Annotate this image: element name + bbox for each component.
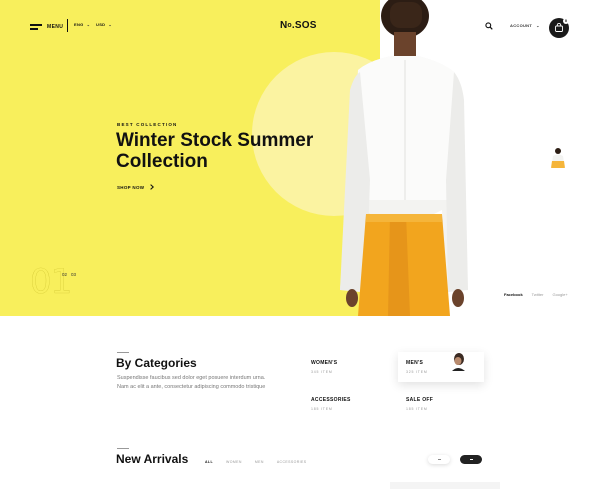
slide-pagination: 02 03 [62,272,76,277]
hamburger-icon [30,24,42,30]
men-category-image [452,353,465,371]
slide-current-number: 01 [30,262,73,302]
shop-now-label: SHOP NOW [117,184,145,190]
account-label: ACCOUNT [510,23,533,28]
currency-value: USD [96,22,106,27]
chevron-down-icon: ⌄ [108,22,113,27]
language-selector[interactable]: ENG ⌄ [74,22,90,27]
category-sale-off[interactable]: SALE OFF 185 ITEM [406,397,433,411]
logo[interactable]: No.SOS [280,20,317,31]
arrow-left-icon [437,459,441,460]
category-count: 345 ITEM [311,370,333,374]
hero-eyebrow: BEST COLLECTION [117,122,178,127]
category-name: ACCESSORIES [311,397,351,403]
hero-title-line1: Winter Stock Summer [116,130,314,151]
category-name: MEN'S [406,360,424,366]
logo-rest: .SOS [291,20,317,31]
product-card-edge [390,482,500,489]
category-count: 185 ITEM [311,407,333,411]
categories-title: By Categories [116,356,197,370]
social-link-facebook[interactable]: Facebook [504,292,523,297]
chevron-down-icon: ⌄ [86,22,91,27]
section-rule [117,448,129,449]
cart-button[interactable]: 0 [549,18,569,38]
search-icon[interactable] [485,22,493,30]
category-card-active[interactable]: MEN'S 325 ITEM [398,352,484,382]
bag-icon [555,23,563,32]
language-value: ENG [74,22,84,27]
account-menu[interactable]: ACCOUNT ⌄ [510,23,540,28]
shop-now-button[interactable]: SHOP NOW [117,184,155,190]
chevron-down-icon: ⌄ [536,23,540,28]
hero-banner: MENU ENG ⌄ USD ⌄ No.SOS ACCOUNT ⌄ 0 BEST… [0,0,600,316]
categories-description: Suspendisse faucibus sed dolor eget posu… [117,375,266,390]
tab-women[interactable]: WOMEN [226,460,242,464]
currency-selector[interactable]: USD ⌄ [96,22,112,27]
menu-button[interactable]: MENU [30,20,63,34]
tab-all[interactable]: ALL [205,460,213,464]
tab-accessories[interactable]: ACCESSORIES [277,460,307,464]
category-accessories[interactable]: ACCESSORIES 185 ITEM [311,397,351,411]
category-men[interactable]: MEN'S 325 ITEM [406,360,428,374]
category-count: 325 ITEM [406,370,428,374]
category-name: WOMEN'S [311,360,338,366]
section-rule [117,352,129,353]
prev-button[interactable] [428,455,450,464]
social-links: Facebook Twitter Google+ [504,292,568,297]
menu-label: MENU [47,24,64,30]
social-link-google[interactable]: Google+ [552,292,567,297]
slide-dot-03[interactable]: 03 [71,272,76,277]
category-women[interactable]: WOMEN'S 345 ITEM [311,360,337,374]
arrivals-title: New Arrivals [116,452,189,466]
arrow-right-icon [469,459,473,460]
hero-title-line2: Collection [116,151,208,172]
chevron-right-icon [150,184,155,190]
category-count: 185 ITEM [406,407,428,411]
cart-count-badge: 0 [563,18,569,24]
nav-divider [67,19,68,32]
next-slide-thumbnail[interactable] [549,146,567,168]
hero-title: Winter Stock Summer Collection [116,130,356,172]
next-button[interactable] [460,455,482,464]
arrivals-tabs: ALL WOMEN MEN ACCESSORIES [205,460,307,464]
tab-men[interactable]: MEN [255,460,264,464]
category-name: SALE OFF [406,397,434,403]
social-link-twitter[interactable]: Twitter [532,292,544,297]
slide-dot-02[interactable]: 02 [62,272,67,277]
